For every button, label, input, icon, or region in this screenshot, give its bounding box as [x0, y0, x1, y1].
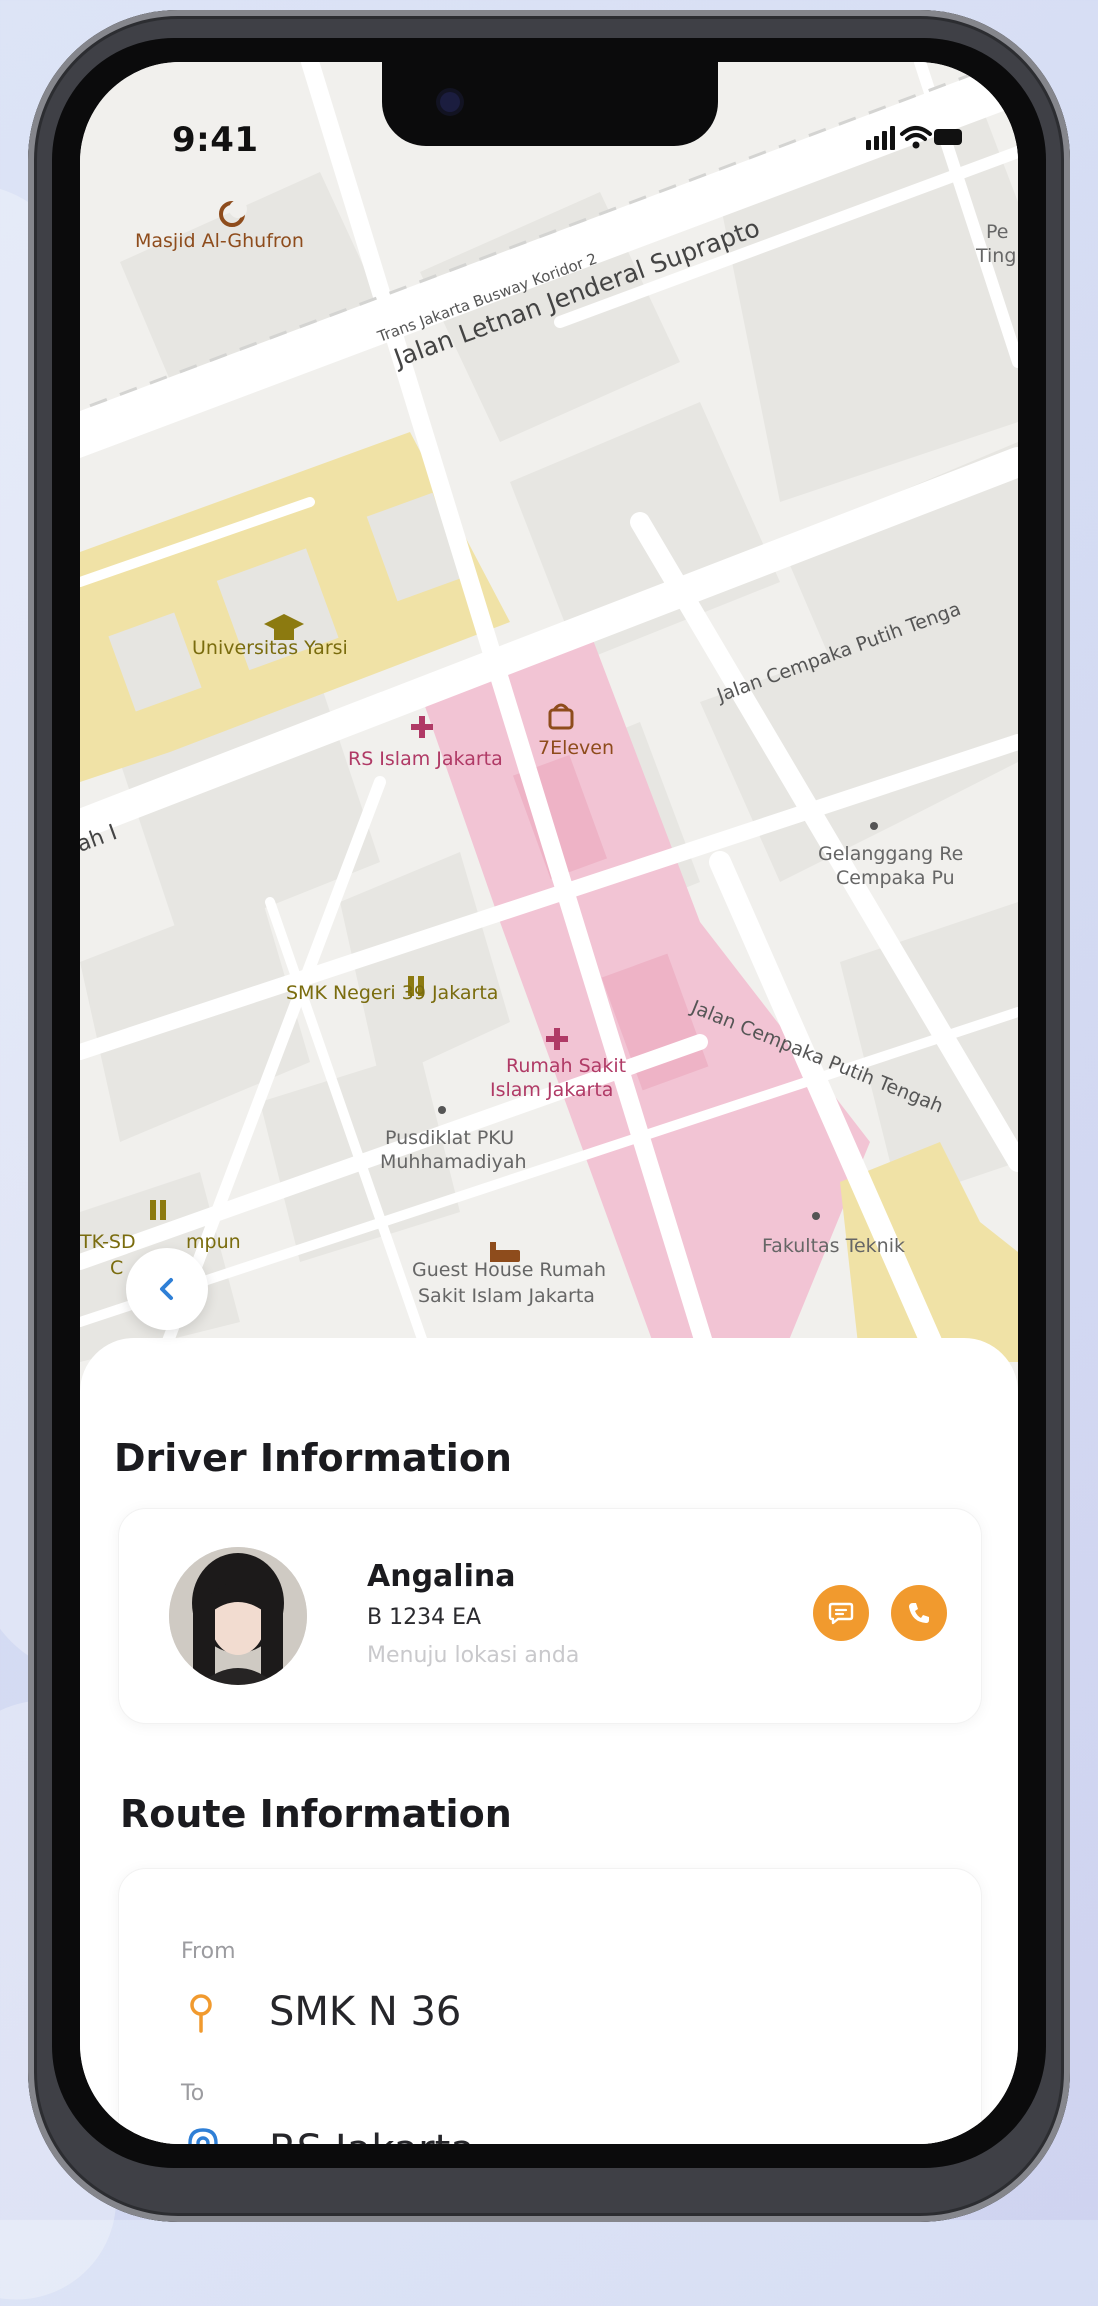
camera: [440, 92, 460, 112]
status-time: 9:41: [172, 120, 259, 160]
avatar: [169, 1547, 307, 1685]
notch: [382, 62, 718, 146]
driver-plate: B 1234 EA: [367, 1605, 482, 1630]
route-section-title: Route Information: [120, 1792, 512, 1836]
map-label-ting: Ting: [975, 245, 1016, 267]
map-label-rs-islam: RS Islam Jakarta: [348, 748, 503, 770]
map-label-pusdiklat-2: Muhhamadiyah: [380, 1151, 527, 1173]
status-icons: [866, 124, 966, 154]
chat-icon: [828, 1602, 854, 1625]
battery-icon: [934, 129, 962, 145]
map-label-gelanggang-1: Gelanggang Re: [818, 843, 963, 865]
route-card: From SMK N 36 To RS Jakarta: [118, 1868, 982, 2144]
driver-section-title: Driver Information: [114, 1436, 512, 1480]
app-display: 9:41 Masjid Al-Ghufron Trans Jakarta Bus…: [80, 62, 1018, 2144]
chat-button[interactable]: [813, 1585, 869, 1641]
from-label: From: [181, 1939, 236, 1964]
to-label: To: [181, 2081, 205, 2106]
location-pin-icon: [190, 1994, 212, 2033]
wifi-icon: [900, 126, 932, 149]
map-label-tk-sd-2: mpun: [186, 1231, 241, 1253]
map-label-tk-sd-3: C: [110, 1257, 123, 1279]
map-label-gelanggang-2: Cempaka Pu: [836, 867, 955, 889]
map-label-rumah-sakit-2: Islam Jakarta: [490, 1079, 613, 1101]
phone-screen: 9:41 Masjid Al-Ghufron Trans Jakarta Bus…: [52, 38, 1046, 2168]
signal-icon: [866, 126, 895, 150]
map-label-fakultas: Fakultas Teknik: [762, 1235, 905, 1257]
map-label-universitas: Universitas Yarsi: [192, 637, 348, 659]
bottom-sheet: Driver Information Angalina B 1234 EA Me…: [80, 1338, 1018, 2144]
map-view[interactable]: Masjid Al-Ghufron Trans Jakarta Busway K…: [80, 62, 1018, 1362]
back-arrow-icon: [160, 1278, 173, 1300]
map-label-7eleven: 7Eleven: [538, 737, 614, 759]
map-label-guest-2: Sakit Islam Jakarta: [418, 1285, 595, 1307]
map-label-pusdiklat-1: Pusdiklat PKU: [385, 1127, 514, 1149]
from-value: SMK N 36: [269, 1989, 462, 2035]
map-label-rumah-sakit-1: Rumah Sakit: [506, 1055, 626, 1077]
phone-icon: [909, 1603, 929, 1623]
map-label-masjid: Masjid Al-Ghufron: [135, 230, 304, 252]
map-label-smk: SMK Negeri 39 Jakarta: [286, 982, 498, 1004]
target-pin-icon: [188, 2128, 218, 2144]
to-value: RS Jakarta: [269, 2127, 475, 2144]
map-label-tk-sd-1: TK-SD: [80, 1231, 136, 1253]
driver-status: Menuju lokasi anda: [367, 1643, 580, 1668]
driver-card: Angalina B 1234 EA Menuju lokasi anda: [118, 1508, 982, 1724]
map-label-guest-1: Guest House Rumah: [412, 1259, 606, 1281]
back-button[interactable]: [126, 1248, 208, 1330]
map-label-pe: Pe: [986, 221, 1008, 243]
call-button[interactable]: [891, 1585, 947, 1641]
driver-name: Angalina: [367, 1559, 516, 1594]
